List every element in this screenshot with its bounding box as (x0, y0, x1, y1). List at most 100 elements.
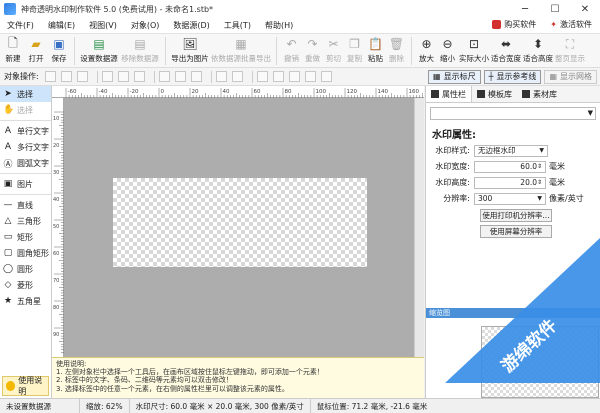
vertical-scrollbar[interactable] (414, 98, 424, 357)
use-printer-resolution-button[interactable]: 使用打印机分辨率... (480, 209, 552, 222)
diamond-tool[interactable]: ◇ 菱形 (0, 277, 51, 293)
undo-button[interactable]: ↶ 撤销 (281, 34, 302, 68)
align-center-icon[interactable] (60, 71, 72, 82)
style-value: 无边框水印 (478, 146, 516, 155)
rect-tool[interactable]: ▭ 矩形 (0, 229, 51, 245)
select-tool[interactable]: ➤ 选择 (0, 86, 51, 102)
line-tool[interactable]: — 直线 (0, 197, 51, 213)
round-rect-tool[interactable]: ▢ 圆角矩形 (0, 245, 51, 261)
zoom-out-button[interactable]: ⊖ 缩小 (437, 34, 458, 68)
cursor-icon: ➤ (4, 89, 12, 99)
menu-edit[interactable]: 编辑(E) (41, 20, 82, 31)
maximize-button[interactable]: ☐ (540, 0, 570, 18)
object-select-combo[interactable]: ▼ (430, 107, 596, 120)
minimize-button[interactable]: ─ (510, 0, 540, 18)
show-guides-label: 显示参考线 (496, 72, 537, 81)
align-bottom-icon[interactable] (133, 71, 145, 82)
export-image-button[interactable]: 🖼 导出为图片 (170, 34, 210, 68)
actual-size-icon: ⊡ (468, 37, 480, 51)
pan-tool[interactable]: ✋ 选择 (0, 102, 51, 118)
whole-page-button[interactable]: ⛶ 整页显示 (554, 34, 586, 68)
triangle-icon: △ (4, 216, 12, 226)
tool-divider (0, 173, 51, 174)
tab-properties-label: 属性栏 (442, 89, 466, 99)
left-ruler-ticks: 10 20 30 40 50 60 70 80 90 (53, 111, 64, 353)
cart-icon (492, 20, 502, 29)
help-button[interactable]: 使用说明 (2, 376, 49, 396)
new-button[interactable]: 🗋 新建 (2, 34, 24, 68)
key-icon: ✦ (550, 20, 557, 29)
lock-icon[interactable] (288, 71, 300, 82)
design-canvas[interactable] (64, 98, 424, 357)
spin-icon: ⇕ (536, 179, 542, 186)
ungroup-icon[interactable] (320, 71, 332, 82)
menu-object[interactable]: 对象(O) (124, 20, 167, 31)
tab-templates[interactable]: 模板库 (472, 86, 517, 102)
align-left-icon[interactable] (44, 71, 56, 82)
watermark-artboard[interactable] (113, 178, 367, 267)
single-text-tool[interactable]: A 单行文字 (0, 123, 51, 139)
menu-tools[interactable]: 工具(T) (217, 20, 258, 31)
arc-text-tool[interactable]: Ⓐ 圆弧文字 (0, 155, 51, 171)
trash-icon: 🗑 (388, 37, 405, 51)
fit-height-button[interactable]: ⬍ 适合高度 (522, 34, 554, 68)
paste-button[interactable]: 📋 粘贴 (365, 34, 386, 68)
show-grid-toggle[interactable]: ▦ 显示网格 (544, 69, 597, 84)
group-icon[interactable] (304, 71, 316, 82)
buy-button[interactable]: 购买软件 (492, 19, 536, 30)
multi-text-tool[interactable]: A 多行文字 (0, 139, 51, 155)
menu-datasource[interactable]: 数据源(D) (166, 20, 216, 31)
show-ruler-toggle[interactable]: ▦ 显示标尺 (428, 69, 481, 84)
triangle-tool[interactable]: △ 三角形 (0, 213, 51, 229)
style-select[interactable]: 无边框水印 ▼ (474, 144, 548, 157)
set-datasource-button[interactable]: ▤ 设置数据源 (79, 34, 119, 68)
height-input[interactable]: 20.0 ⇕ (474, 176, 546, 189)
same-height-icon[interactable] (174, 71, 186, 82)
redo-button[interactable]: ↷ 重做 (302, 34, 323, 68)
same-width-icon[interactable] (158, 71, 170, 82)
show-guides-toggle[interactable]: ┼ 显示参考线 (483, 69, 542, 84)
send-back-icon[interactable] (272, 71, 284, 82)
templates-icon (477, 90, 485, 98)
close-button[interactable]: ✕ (570, 0, 600, 18)
actual-size-button[interactable]: ⊡ 实际大小 (458, 34, 490, 68)
ruler-tick-label: 100 (316, 89, 327, 95)
remove-datasource-button[interactable]: ▤ 移除数据源 (119, 34, 161, 68)
use-screen-resolution-button[interactable]: 使用屏幕分辨率 (480, 225, 552, 238)
save-button[interactable]: ▣ 保存 (48, 34, 70, 68)
fit-width-button[interactable]: ⬌ 适合宽度 (490, 34, 522, 68)
same-size-icon[interactable] (190, 71, 202, 82)
activate-button[interactable]: ✦ 激活软件 (550, 19, 592, 30)
circle-tool[interactable]: ◯ 圆形 (0, 261, 51, 277)
v-distribute-icon[interactable] (231, 71, 243, 82)
copy-button[interactable]: ❐ 复制 (344, 34, 365, 68)
menu-file[interactable]: 文件(F) (0, 20, 41, 31)
copy-icon: ❐ (349, 37, 360, 51)
star-tool[interactable]: ★ 五角星 (0, 293, 51, 309)
width-input[interactable]: 60.0 ⇕ (474, 160, 546, 173)
cut-button[interactable]: ✂ 剪切 (323, 34, 344, 68)
image-tool[interactable]: ▣ 图片 (0, 176, 51, 192)
resolution-select[interactable]: 300 ▼ (474, 192, 546, 205)
menu-help[interactable]: 帮助(H) (258, 20, 300, 31)
arc-text-label: 圆弧文字 (17, 158, 49, 168)
delete-label: 删除 (389, 54, 404, 63)
menu-view[interactable]: 视图(V) (82, 20, 124, 31)
tab-materials[interactable]: 素材库 (517, 86, 562, 102)
delete-button[interactable]: 🗑 删除 (386, 34, 407, 68)
status-size: 水印尺寸: 60.0 毫米 × 20.0 毫米, 300 像素/英寸 (130, 398, 311, 413)
diamond-tool-label: 菱形 (17, 280, 33, 290)
zoom-in-button[interactable]: ⊕ 放大 (416, 34, 437, 68)
align-right-icon[interactable] (76, 71, 88, 82)
bring-front-icon[interactable] (256, 71, 268, 82)
ruler-tick-label: 0 (161, 89, 165, 95)
resolution-unit: 像素/英寸 (549, 194, 584, 203)
open-button[interactable]: ▰ 打开 (24, 34, 48, 68)
tab-properties[interactable]: 属性栏 (426, 86, 472, 102)
ruler-tick-label: 90 (53, 332, 59, 338)
align-middle-icon[interactable] (117, 71, 129, 82)
zoom-out-icon: ⊖ (442, 37, 453, 51)
align-top-icon[interactable] (101, 71, 113, 82)
h-distribute-icon[interactable] (215, 71, 227, 82)
batch-export-button[interactable]: ▦ 依数据源批量导出 (210, 34, 272, 68)
